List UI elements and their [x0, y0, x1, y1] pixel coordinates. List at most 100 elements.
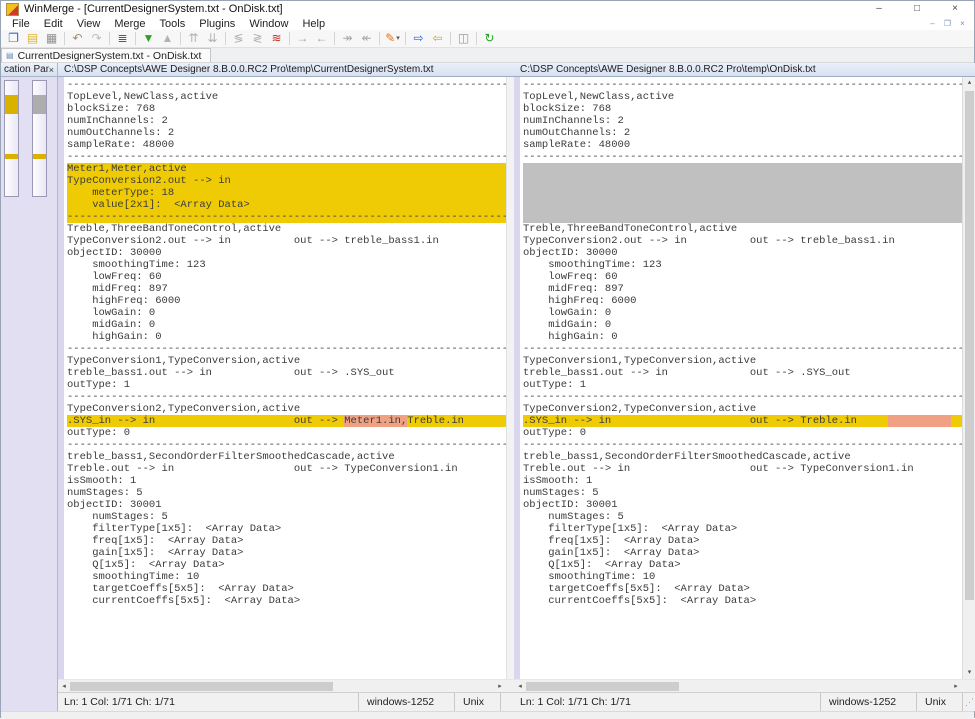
code-line[interactable]: Q[1x5]: <Array Data> — [67, 559, 506, 571]
code-line[interactable]: isSmooth: 1 — [523, 475, 962, 487]
code-line[interactable]: filterType[1x5]: <Array Data> — [523, 523, 962, 535]
menu-view[interactable]: View — [70, 18, 108, 30]
code-line[interactable]: .SYS_in --> in out --> Meter1.in,Treble.… — [67, 415, 506, 427]
code-line[interactable]: highGain: 0 — [67, 331, 506, 343]
vscroll-track[interactable] — [963, 89, 975, 667]
scroll-up-arrow[interactable]: ▴ — [968, 77, 972, 89]
code-line[interactable]: currentCoeffs[5x5]: <Array Data> — [523, 595, 962, 607]
maximize-button[interactable]: □ — [898, 1, 936, 17]
code-line[interactable]: smoothingTime: 10 — [67, 571, 506, 583]
redo-icon[interactable]: ↷ — [87, 30, 106, 47]
code-line[interactable]: ----------------------------------------… — [523, 439, 962, 451]
copy-all-right-icon[interactable]: ⇨ — [409, 30, 428, 47]
code-line[interactable]: midGain: 0 — [523, 319, 962, 331]
code-line[interactable]: highFreq: 6000 — [523, 295, 962, 307]
previous-conflict-icon[interactable]: ≶ — [229, 30, 248, 47]
code-line[interactable]: ----------------------------------------… — [523, 343, 962, 355]
right-hscroll-thumb[interactable] — [526, 682, 679, 691]
code-line[interactable]: ----------------------------------------… — [67, 343, 506, 355]
mdi-restore-button[interactable]: ❐ — [940, 18, 955, 30]
save-icon[interactable]: ▦ — [42, 30, 61, 47]
copy-right-advance-icon[interactable]: ↠ — [338, 30, 357, 47]
vscroll-thumb[interactable] — [965, 91, 974, 600]
code-line[interactable]: TypeConversion2.out --> in out --> trebl… — [523, 235, 962, 247]
code-line[interactable]: midFreq: 897 — [523, 283, 962, 295]
code-line[interactable]: targetCoeffs[5x5]: <Array Data> — [67, 583, 506, 595]
copy-left-advance-icon[interactable]: ↞ — [357, 30, 376, 47]
code-line[interactable]: treble_bass1,SecondOrderFilterSmoothedCa… — [67, 451, 506, 463]
code-line[interactable] — [523, 163, 962, 175]
new-compare-icon[interactable]: ❐ — [4, 30, 23, 47]
code-line[interactable]: smoothingTime: 10 — [523, 571, 962, 583]
first-difference-icon[interactable]: ⇈ — [184, 30, 203, 47]
minimize-button[interactable]: – — [860, 1, 898, 17]
code-line[interactable]: Q[1x5]: <Array Data> — [523, 559, 962, 571]
code-line[interactable]: Treble,ThreeBandToneControl,active — [67, 223, 506, 235]
undo-icon[interactable]: ↶ — [68, 30, 87, 47]
previous-difference-icon[interactable]: ▲ — [158, 30, 177, 47]
code-line[interactable] — [523, 211, 962, 223]
code-line[interactable] — [523, 175, 962, 187]
code-line[interactable]: treble_bass1.out --> in out --> .SYS_out — [67, 367, 506, 379]
code-line[interactable]: lowGain: 0 — [523, 307, 962, 319]
code-line[interactable]: lowFreq: 60 — [523, 271, 962, 283]
code-line[interactable]: TypeConversion1,TypeConversion,active — [523, 355, 962, 367]
left-vertical-scrollbar[interactable] — [506, 77, 514, 679]
copy-right-icon[interactable]: → — [293, 30, 312, 47]
merge-mode-icon[interactable]: ✎▾ — [383, 30, 402, 47]
code-line[interactable]: Meter1,Meter,active — [67, 163, 506, 175]
code-line[interactable]: TypeConversion2.out --> in out --> trebl… — [67, 235, 506, 247]
code-line[interactable]: ----------------------------------------… — [67, 439, 506, 451]
code-line[interactable]: numOutChannels: 2 — [523, 127, 962, 139]
code-line[interactable]: freq[1x5]: <Array Data> — [67, 535, 506, 547]
code-line[interactable]: treble_bass1,SecondOrderFilterSmoothedCa… — [523, 451, 962, 463]
code-line[interactable]: outType: 1 — [523, 379, 962, 391]
code-line[interactable]: midFreq: 897 — [67, 283, 506, 295]
code-line[interactable]: numStages: 5 — [67, 511, 506, 523]
location-pane-close-icon[interactable]: × — [49, 65, 54, 75]
copy-all-left-icon[interactable]: ⇦ — [428, 30, 447, 47]
code-line[interactable]: smoothingTime: 123 — [67, 259, 506, 271]
scroll-left-arrow[interactable]: ◂ — [514, 682, 526, 690]
code-line[interactable]: outType: 0 — [523, 427, 962, 439]
code-line[interactable]: Treble.out --> in out --> TypeConversion… — [67, 463, 506, 475]
code-line[interactable]: outType: 1 — [67, 379, 506, 391]
mdi-close-button[interactable]: × — [955, 18, 970, 30]
code-line[interactable]: objectID: 30000 — [67, 247, 506, 259]
current-difference-icon[interactable]: ≋ — [267, 30, 286, 47]
code-line[interactable]: .SYS_in --> in out --> Treble.in — [523, 415, 962, 427]
code-line[interactable]: Treble.out --> in out --> TypeConversion… — [523, 463, 962, 475]
last-difference-icon[interactable]: ⇊ — [203, 30, 222, 47]
left-file-location-bar[interactable] — [4, 80, 19, 197]
code-line[interactable]: ----------------------------------------… — [67, 79, 506, 91]
code-line[interactable]: TypeConversion2,TypeConversion,active — [523, 403, 962, 415]
code-line[interactable]: blockSize: 768 — [523, 103, 962, 115]
menu-file[interactable]: File — [5, 18, 37, 30]
code-line[interactable]: gain[1x5]: <Array Data> — [67, 547, 506, 559]
refresh-icon[interactable]: ↻ — [480, 30, 499, 47]
code-line[interactable]: lowGain: 0 — [67, 307, 506, 319]
code-line[interactable]: ----------------------------------------… — [523, 151, 962, 163]
code-line[interactable]: ----------------------------------------… — [523, 391, 962, 403]
next-conflict-icon[interactable]: ≷ — [248, 30, 267, 47]
code-line[interactable]: numInChannels: 2 — [67, 115, 506, 127]
code-line[interactable]: TypeConversion2.out --> in — [67, 175, 506, 187]
dropdown-caret-icon[interactable]: ▾ — [396, 30, 400, 47]
left-hscroll-thumb[interactable] — [70, 682, 333, 691]
code-line[interactable]: objectID: 30000 — [523, 247, 962, 259]
code-line[interactable]: objectID: 30001 — [67, 499, 506, 511]
left-file-path-header[interactable]: C:\DSP Concepts\AWE Designer 8.B.0.0.RC2… — [58, 63, 514, 77]
code-line[interactable]: TypeConversion1,TypeConversion,active — [67, 355, 506, 367]
menu-help[interactable]: Help — [295, 18, 332, 30]
left-hscroll-track[interactable] — [70, 682, 494, 691]
menu-window[interactable]: Window — [242, 18, 295, 30]
code-line[interactable]: sampleRate: 48000 — [67, 139, 506, 151]
code-line[interactable]: smoothingTime: 123 — [523, 259, 962, 271]
code-line[interactable]: blockSize: 768 — [67, 103, 506, 115]
code-line[interactable]: ----------------------------------------… — [67, 391, 506, 403]
code-line[interactable]: TopLevel,NewClass,active — [523, 91, 962, 103]
right-horizontal-scrollbar[interactable]: ◂ ▸ — [514, 679, 962, 692]
code-line[interactable]: ----------------------------------------… — [523, 79, 962, 91]
menu-merge[interactable]: Merge — [107, 18, 152, 30]
code-line[interactable]: treble_bass1.out --> in out --> .SYS_out — [523, 367, 962, 379]
